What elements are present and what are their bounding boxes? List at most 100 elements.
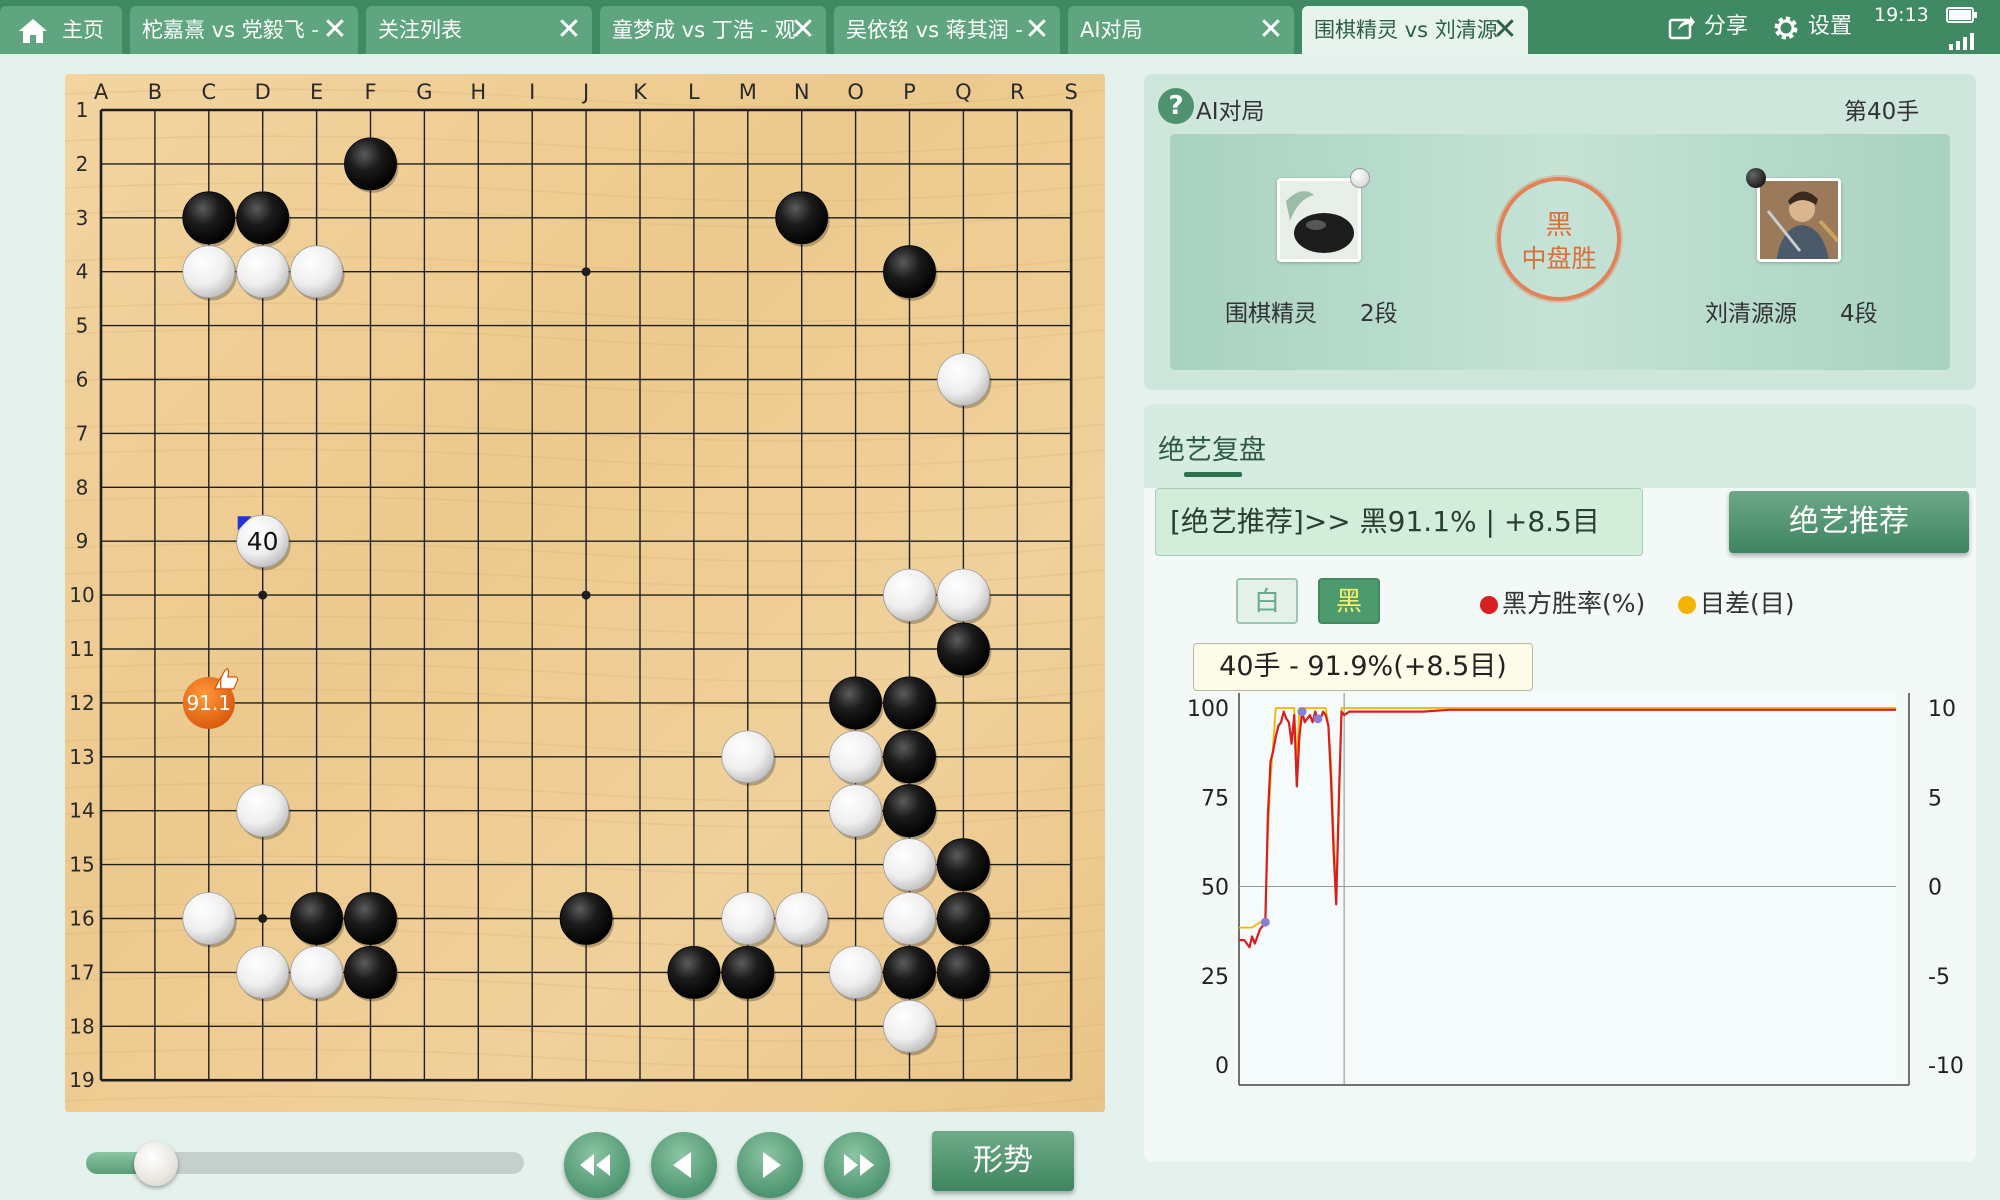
white-stone[interactable] xyxy=(883,892,936,945)
black-stone[interactable] xyxy=(883,784,936,838)
close-icon[interactable]: ✕ xyxy=(1256,6,1286,54)
wood-grain xyxy=(65,542,1105,562)
black-stone[interactable] xyxy=(775,191,829,245)
wood-grain xyxy=(65,135,1105,155)
tab-game-3[interactable]: 吴依铭 vs 蒋其润 - ✕ xyxy=(834,6,1060,54)
black-stone[interactable] xyxy=(721,946,775,999)
black-stone[interactable] xyxy=(236,191,290,245)
tab-label: 童梦成 vs 丁浩 - 观 xyxy=(612,18,796,42)
white-stone[interactable] xyxy=(236,245,290,299)
black-stone[interactable] xyxy=(290,892,344,945)
white-stone[interactable] xyxy=(721,892,775,945)
column-label: N xyxy=(794,80,810,104)
black-stone[interactable] xyxy=(344,946,397,999)
close-icon[interactable]: ✕ xyxy=(1022,6,1052,54)
close-icon[interactable]: ✕ xyxy=(320,6,350,54)
y-tick-left: 75 xyxy=(1201,786,1229,811)
tab-ai-game[interactable]: AI对局 ✕ xyxy=(1068,6,1294,54)
column-label: A xyxy=(94,80,109,104)
white-stone[interactable] xyxy=(883,999,936,1053)
tab-current-game[interactable]: 围棋精灵 vs 刘清源 ✕ xyxy=(1302,6,1528,54)
white-stone[interactable] xyxy=(883,568,936,622)
black-stone[interactable] xyxy=(937,622,990,676)
white-stone[interactable] xyxy=(182,245,236,299)
share-button[interactable]: 分享 xyxy=(1668,0,1752,54)
white-stone[interactable] xyxy=(937,353,990,406)
column-label: I xyxy=(529,80,535,104)
black-perspective-toggle[interactable]: 黑 xyxy=(1318,578,1380,624)
white-stone[interactable] xyxy=(182,892,236,945)
white-stone[interactable] xyxy=(937,568,990,622)
tab-underline xyxy=(1184,472,1242,477)
black-stone[interactable] xyxy=(667,946,721,999)
black-stone[interactable] xyxy=(937,838,990,891)
row-label: 4 xyxy=(76,260,89,284)
white-stone[interactable] xyxy=(290,946,344,999)
white-stone[interactable] xyxy=(236,784,290,838)
prev-move-button[interactable] xyxy=(651,1132,717,1198)
black-stone[interactable] xyxy=(344,892,397,945)
black-player-rank: 4段 xyxy=(1840,301,1878,327)
black-stone[interactable] xyxy=(883,676,936,730)
y-tick-right: -10 xyxy=(1928,1054,1964,1079)
row-label: 16 xyxy=(69,907,94,931)
tab-game-1[interactable]: 柁嘉熹 vs 党毅飞 - ✕ xyxy=(130,6,358,54)
white-stone[interactable] xyxy=(721,730,775,784)
black-stone[interactable] xyxy=(937,946,990,999)
wood-grain xyxy=(65,448,1105,468)
wood-grain xyxy=(65,302,1105,322)
white-stone[interactable] xyxy=(290,245,344,299)
column-label: O xyxy=(847,80,864,104)
black-stone[interactable] xyxy=(937,892,990,945)
black-stone[interactable] xyxy=(883,730,936,784)
white-stone[interactable] xyxy=(829,784,882,838)
white-stone-indicator xyxy=(1350,168,1370,188)
double-left-icon xyxy=(580,1154,610,1176)
white-perspective-toggle[interactable]: 白 xyxy=(1236,578,1298,624)
close-icon[interactable]: ✕ xyxy=(788,6,818,54)
key-move-point[interactable] xyxy=(1297,707,1307,717)
row-label: 6 xyxy=(76,368,89,392)
black-stone[interactable] xyxy=(883,946,936,999)
black-stone[interactable] xyxy=(829,676,882,730)
row-label: 8 xyxy=(76,475,89,499)
key-move-point[interactable] xyxy=(1260,917,1270,927)
tab-watch-list[interactable]: 关注列表 ✕ xyxy=(366,6,592,54)
white-stone[interactable] xyxy=(236,946,290,999)
tab-review[interactable]: 绝艺复盘 xyxy=(1158,428,1266,467)
white-stone[interactable] xyxy=(775,892,829,945)
column-label: R xyxy=(1010,80,1025,104)
help-icon[interactable]: ? xyxy=(1158,88,1194,124)
black-stone[interactable] xyxy=(344,137,397,191)
white-stone[interactable] xyxy=(829,730,882,784)
last-move-button[interactable] xyxy=(824,1132,890,1198)
status-time: 19:13 xyxy=(1874,4,1929,26)
slider-thumb[interactable] xyxy=(134,1142,179,1186)
black-stone[interactable] xyxy=(559,892,613,945)
black-stone[interactable] xyxy=(883,245,936,299)
close-icon[interactable]: ✕ xyxy=(1490,6,1520,54)
white-stone[interactable] xyxy=(883,838,936,891)
share-label: 分享 xyxy=(1704,14,1749,39)
next-move-button[interactable] xyxy=(737,1132,803,1198)
tab-home[interactable]: 主页 xyxy=(0,6,122,54)
column-label: D xyxy=(255,80,271,104)
key-move-point[interactable] xyxy=(1313,714,1323,724)
column-label: J xyxy=(581,80,589,104)
recommend-button[interactable]: 绝艺推荐 xyxy=(1729,491,1969,553)
first-move-button[interactable] xyxy=(564,1132,630,1198)
board-canvas[interactable]: A B C D E F G H I J K L M N O P Q R S123456789101112131415… xyxy=(65,74,1105,1112)
black-stone[interactable] xyxy=(182,191,236,245)
player-avatar-white[interactable] xyxy=(1277,178,1361,262)
yellow-dot-icon xyxy=(1678,596,1696,614)
situation-button[interactable]: 形势 xyxy=(932,1131,1074,1191)
tab-game-2[interactable]: 童梦成 vs 丁浩 - 观 ✕ xyxy=(600,6,826,54)
player-avatar-black[interactable] xyxy=(1757,178,1841,262)
go-board[interactable]: A B C D E F G H I J K L M N O P Q R S 1 2 3 4 5 6 7 8 9 10 11 12 13 14 15… xyxy=(65,74,1105,1112)
winrate-chart[interactable]: 0 25 50 75 100 -10 -5 0 5 10 xyxy=(1144,680,1976,1120)
go-stone-avatar-icon xyxy=(1280,181,1358,259)
settings-button[interactable]: 设置 xyxy=(1772,0,1858,54)
result-winner: 黑 xyxy=(1545,210,1573,241)
white-stone[interactable] xyxy=(829,946,882,999)
close-icon[interactable]: ✕ xyxy=(554,6,584,54)
